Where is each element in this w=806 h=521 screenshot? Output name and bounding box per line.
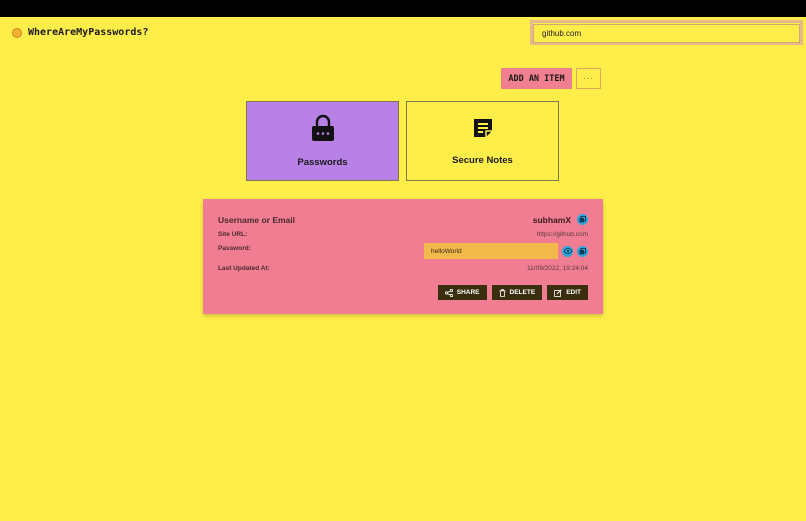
password-entry-card: Username or Email subhamX Site URL: http… (203, 199, 603, 314)
copy-icon (579, 247, 586, 254)
add-item-button[interactable]: ADD AN ITEM (501, 68, 572, 89)
username-label: Username or Email (218, 214, 296, 225)
copy-username-button[interactable] (577, 214, 588, 225)
search-box[interactable] (530, 20, 803, 45)
username-value: subhamX (532, 214, 571, 225)
edit-icon (554, 288, 562, 297)
edit-label: EDIT (566, 289, 581, 296)
category-secure-notes[interactable]: Secure Notes (406, 101, 559, 181)
site-url-value[interactable]: https://github.com (537, 231, 588, 238)
top-bar (0, 0, 806, 17)
share-label: SHARE (456, 289, 480, 296)
lock-icon (311, 114, 335, 147)
logo-emoji-icon (12, 27, 22, 38)
toggle-visibility-button[interactable] (562, 245, 573, 257)
password-row: Password: (218, 243, 588, 259)
share-button[interactable]: SHARE (437, 285, 487, 300)
delete-label: DELETE (509, 289, 536, 296)
share-icon (444, 288, 453, 297)
last-updated-value: 11/09/2022, 19:24:04 (527, 265, 588, 272)
edit-button[interactable]: EDIT (547, 285, 588, 300)
last-updated-row: Last Updated At: 11/09/2022, 19:24:04 (218, 265, 588, 272)
last-updated-label: Last Updated At: (218, 265, 270, 272)
delete-button[interactable]: DELETE (491, 285, 543, 300)
eye-icon (563, 248, 572, 254)
copy-password-button[interactable] (577, 245, 588, 257)
app-logo[interactable]: WhereAreMyPasswords? (12, 27, 148, 38)
category-passwords-label: Passwords (297, 157, 348, 168)
site-url-row: Site URL: https://github.com (218, 231, 588, 238)
category-passwords[interactable]: Passwords (246, 101, 399, 181)
password-label: Password: (218, 245, 251, 252)
site-url-label: Site URL: (218, 231, 248, 238)
password-field[interactable] (424, 243, 558, 259)
note-icon (471, 116, 495, 145)
more-options-button[interactable]: ··· (576, 68, 601, 89)
username-row: Username or Email subhamX (218, 214, 588, 225)
trash-icon (499, 288, 506, 297)
category-secure-notes-label: Secure Notes (452, 155, 513, 166)
entry-actions: SHARE DELETE EDIT (437, 285, 588, 300)
copy-icon (579, 216, 586, 223)
app-title: WhereAreMyPasswords? (28, 27, 149, 38)
search-input[interactable] (533, 24, 800, 43)
